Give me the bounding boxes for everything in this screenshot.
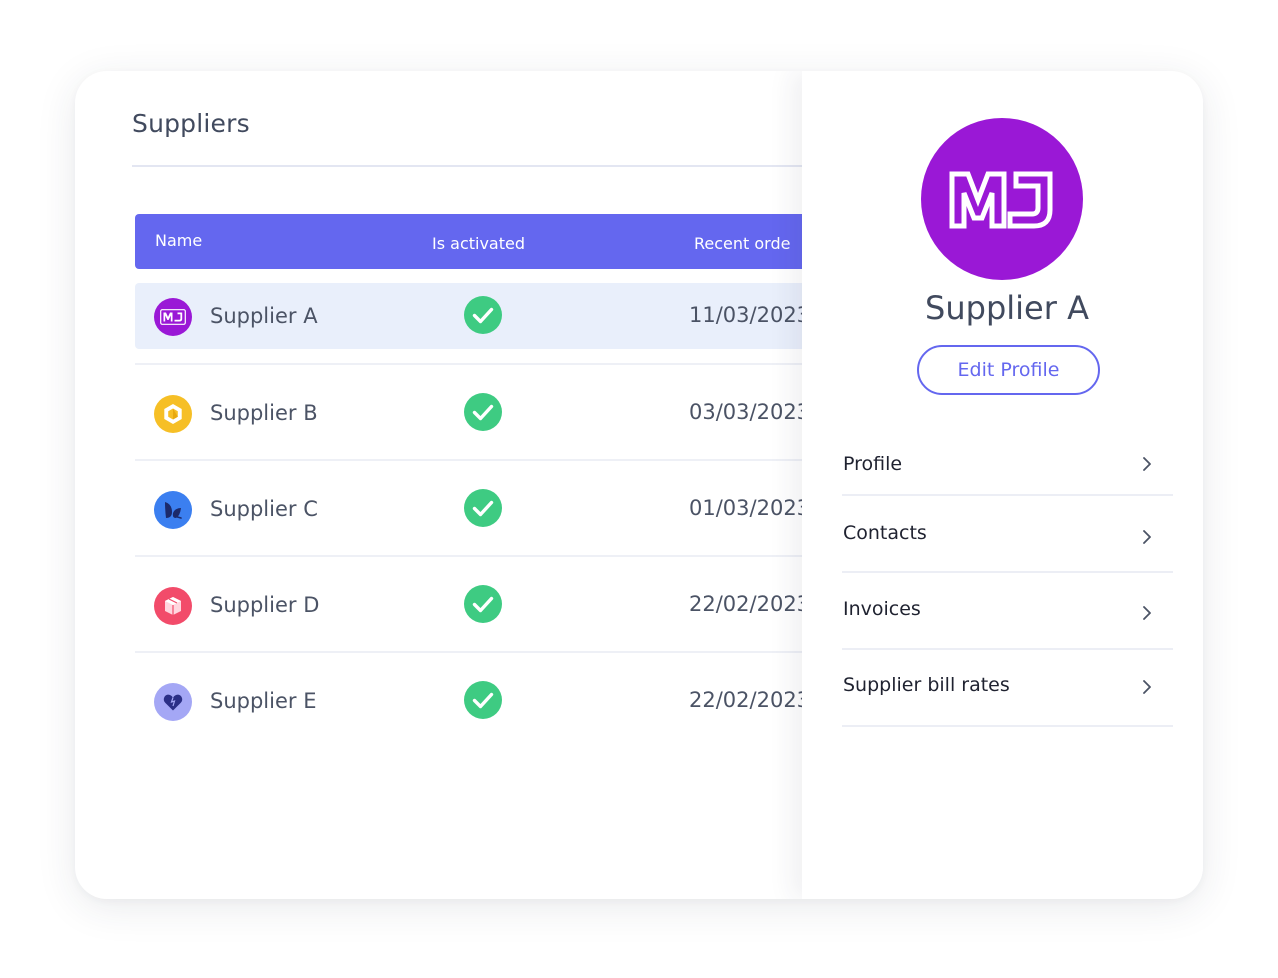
box-logo-icon	[154, 587, 192, 625]
column-header-recent-order[interactable]: Recent orde	[694, 234, 790, 253]
column-header-is-activated[interactable]: Is activated	[432, 234, 525, 253]
menu-item-label: Contacts	[843, 522, 927, 544]
row-divider	[135, 459, 835, 461]
menu-divider	[842, 571, 1173, 573]
recent-order-date: 11/03/2023	[689, 303, 811, 327]
supplier-name[interactable]: Supplier D	[210, 593, 319, 617]
menu-item-label: Invoices	[843, 598, 921, 620]
check-circle-icon	[464, 393, 502, 431]
chevron-right-icon	[1143, 457, 1151, 471]
table-row[interactable]: Supplier A 11/03/2023	[135, 283, 835, 349]
leaf-logo-icon	[154, 491, 192, 529]
chevron-right-icon	[1143, 606, 1151, 620]
menu-item-label: Profile	[843, 453, 903, 475]
recent-order-date: 22/02/2023	[689, 688, 811, 712]
heart-logo-icon	[154, 683, 192, 721]
table-row[interactable]: Supplier E 22/02/2023	[135, 668, 835, 734]
check-circle-icon	[464, 296, 502, 334]
page-title: Suppliers	[132, 109, 250, 138]
title-divider	[132, 165, 832, 167]
table-row[interactable]: Supplier C 01/03/2023	[135, 476, 835, 542]
menu-item-profile[interactable]: Profile	[842, 451, 1173, 481]
check-circle-icon	[464, 585, 502, 623]
menu-item-contacts[interactable]: Contacts	[842, 520, 1173, 550]
column-header-name[interactable]: Name	[155, 231, 202, 250]
table-row[interactable]: Supplier D 22/02/2023	[135, 572, 835, 638]
row-divider	[135, 651, 835, 653]
table-row[interactable]: Supplier B 03/03/2023	[135, 380, 835, 446]
row-divider	[135, 363, 835, 365]
chevron-right-icon	[1143, 530, 1151, 544]
check-circle-icon	[464, 489, 502, 527]
recent-order-date: 01/03/2023	[689, 496, 811, 520]
menu-divider	[842, 648, 1173, 650]
supplier-name[interactable]: Supplier A	[210, 304, 318, 328]
recent-order-date: 22/02/2023	[689, 592, 811, 616]
row-divider	[135, 555, 835, 557]
supplier-name[interactable]: Supplier C	[210, 497, 318, 521]
hexagon-logo-icon	[154, 395, 192, 433]
supplier-name[interactable]: Supplier B	[210, 401, 318, 425]
suppliers-card: Suppliers Name Is activated Recent orde …	[75, 71, 1203, 899]
edit-profile-button[interactable]: Edit Profile	[917, 345, 1100, 395]
menu-item-invoices[interactable]: Invoices	[842, 597, 1173, 627]
supplier-detail-panel: Supplier A Edit Profile Profile Contacts…	[802, 71, 1203, 899]
recent-order-date: 03/03/2023	[689, 400, 811, 424]
check-circle-icon	[464, 681, 502, 719]
table-header: Name Is activated Recent orde	[135, 214, 835, 269]
mj-logo-icon	[154, 298, 192, 336]
supplier-name[interactable]: Supplier E	[210, 689, 316, 713]
menu-item-label: Supplier bill rates	[843, 674, 1010, 696]
supplier-avatar-mj-logo-icon	[921, 118, 1083, 280]
chevron-right-icon	[1143, 680, 1151, 694]
menu-divider	[842, 725, 1173, 727]
supplier-detail-name: Supplier A	[925, 289, 1089, 327]
menu-divider	[842, 494, 1173, 496]
menu-item-supplier-bill-rates[interactable]: Supplier bill rates	[842, 673, 1173, 703]
